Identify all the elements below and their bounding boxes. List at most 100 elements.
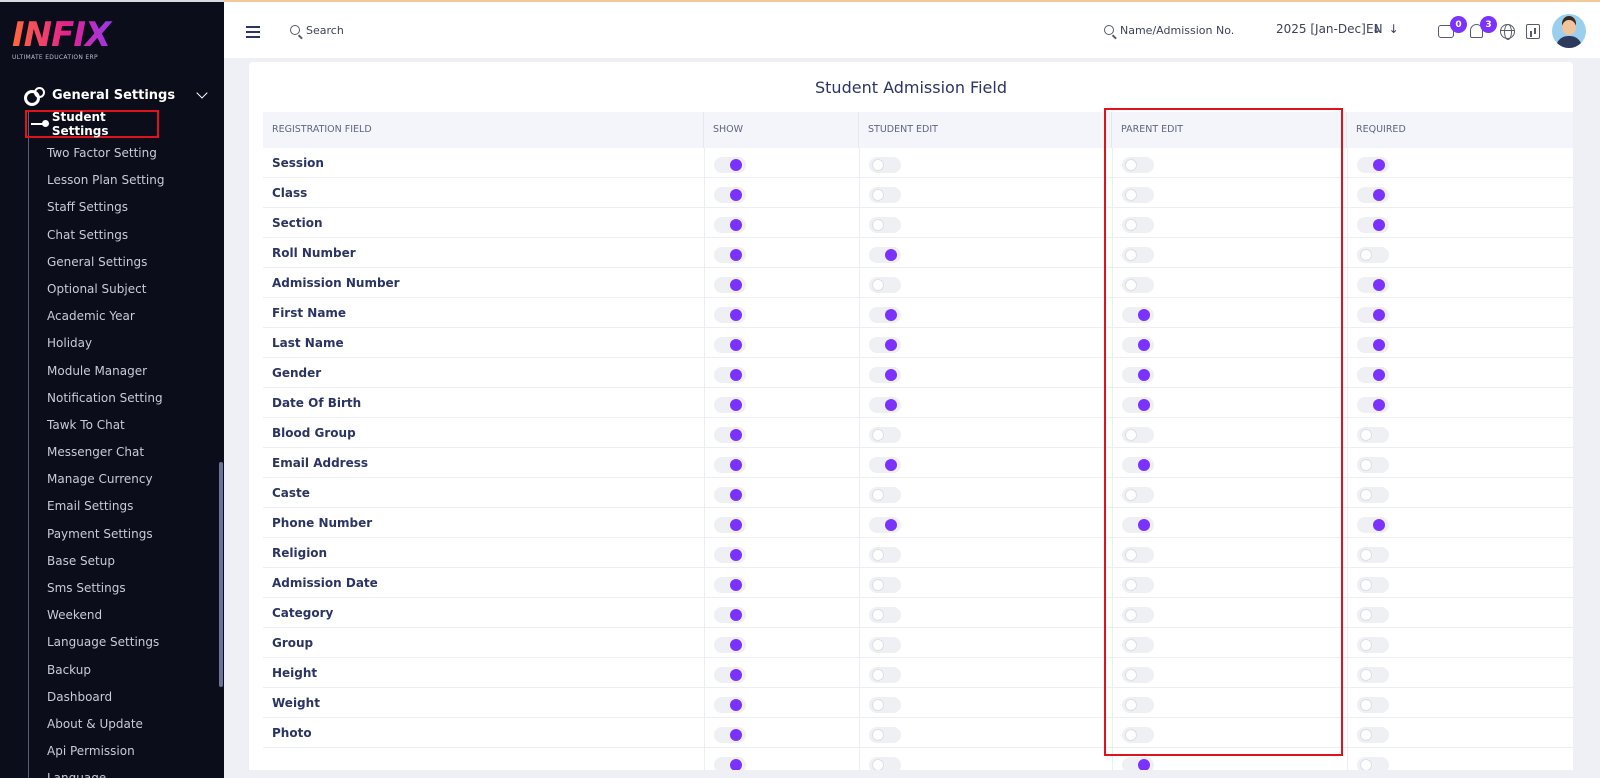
parent-edit-toggle[interactable] <box>1122 427 1154 443</box>
sidebar-item[interactable]: Notification Setting <box>47 385 164 412</box>
avatar[interactable] <box>1552 14 1586 48</box>
sidebar-item[interactable]: Backup <box>47 657 164 684</box>
student-edit-toggle[interactable] <box>869 547 901 563</box>
required-toggle[interactable] <box>1357 157 1389 173</box>
parent-edit-toggle[interactable] <box>1122 187 1154 203</box>
parent-edit-toggle[interactable] <box>1122 457 1154 473</box>
name-admission-search-input[interactable]: Name/Admission No. <box>1120 24 1234 37</box>
parent-edit-toggle[interactable] <box>1122 697 1154 713</box>
search-input[interactable]: Search <box>306 24 344 37</box>
show-toggle[interactable] <box>714 427 746 443</box>
sidebar-item[interactable]: Optional Subject <box>47 276 164 303</box>
sidebar-item[interactable]: Dashboard <box>47 684 164 711</box>
show-toggle[interactable] <box>714 187 746 203</box>
sidebar-item[interactable]: Email Settings <box>47 493 164 520</box>
menu-icon[interactable] <box>246 26 260 28</box>
student-edit-toggle[interactable] <box>869 457 901 473</box>
required-toggle[interactable] <box>1357 547 1389 563</box>
sidebar-item[interactable]: Staff Settings <box>47 194 164 221</box>
required-toggle[interactable] <box>1357 607 1389 623</box>
required-toggle[interactable] <box>1357 637 1389 653</box>
student-edit-toggle[interactable] <box>869 607 901 623</box>
sidebar-scrollbar[interactable] <box>219 462 223 687</box>
globe-icon[interactable] <box>1500 24 1515 40</box>
search-icon[interactable] <box>290 25 300 35</box>
student-edit-toggle[interactable] <box>869 667 901 683</box>
student-edit-toggle[interactable] <box>869 487 901 503</box>
parent-edit-toggle[interactable] <box>1122 307 1154 323</box>
required-toggle[interactable] <box>1357 277 1389 293</box>
sidebar-item[interactable]: Base Setup <box>47 548 164 575</box>
sidebar-item[interactable]: Academic Year <box>47 303 164 330</box>
sidebar-item[interactable]: Api Permission <box>47 738 164 765</box>
student-edit-toggle[interactable] <box>869 577 901 593</box>
required-toggle[interactable] <box>1357 337 1389 353</box>
logo[interactable]: INFIX ULTIMATE EDUCATION ERP <box>12 18 122 61</box>
required-toggle[interactable] <box>1357 517 1389 533</box>
parent-edit-toggle[interactable] <box>1122 577 1154 593</box>
sidebar-item-student-settings[interactable]: Student Settings <box>25 110 159 138</box>
show-toggle[interactable] <box>714 727 746 743</box>
show-toggle[interactable] <box>714 217 746 233</box>
sidebar-item[interactable]: Sms Settings <box>47 575 164 602</box>
show-toggle[interactable] <box>714 457 746 473</box>
student-edit-toggle[interactable] <box>869 157 901 173</box>
sidebar-item[interactable]: Lesson Plan Setting <box>47 167 164 194</box>
sidebar-item[interactable]: About & Update <box>47 711 164 738</box>
student-edit-toggle[interactable] <box>869 217 901 233</box>
show-toggle[interactable] <box>714 367 746 383</box>
parent-edit-toggle[interactable] <box>1122 397 1154 413</box>
required-toggle[interactable] <box>1357 697 1389 713</box>
student-edit-toggle[interactable] <box>869 637 901 653</box>
show-toggle[interactable] <box>714 517 746 533</box>
show-toggle[interactable] <box>714 157 746 173</box>
required-toggle[interactable] <box>1357 667 1389 683</box>
student-edit-toggle[interactable] <box>869 367 901 383</box>
sidebar-section-general-settings[interactable]: General Settings <box>24 84 210 106</box>
required-toggle[interactable] <box>1357 427 1389 443</box>
student-edit-toggle[interactable] <box>869 427 901 443</box>
student-edit-toggle[interactable] <box>869 307 901 323</box>
chart-icon[interactable] <box>1526 24 1540 39</box>
student-edit-toggle[interactable] <box>869 187 901 203</box>
sidebar-item[interactable]: Two Factor Setting <box>47 140 164 167</box>
parent-edit-toggle[interactable] <box>1122 727 1154 743</box>
sidebar-item[interactable]: Weekend <box>47 602 164 629</box>
show-toggle[interactable] <box>714 637 746 653</box>
required-toggle[interactable] <box>1357 727 1389 743</box>
show-toggle[interactable] <box>714 277 746 293</box>
sidebar-item[interactable]: Language Settings <box>47 629 164 656</box>
required-toggle[interactable] <box>1357 187 1389 203</box>
show-toggle[interactable] <box>714 337 746 353</box>
parent-edit-toggle[interactable] <box>1122 247 1154 263</box>
student-edit-toggle[interactable] <box>869 247 901 263</box>
parent-edit-toggle[interactable] <box>1122 487 1154 503</box>
show-toggle[interactable] <box>714 397 746 413</box>
required-toggle[interactable] <box>1357 577 1389 593</box>
parent-edit-toggle[interactable] <box>1122 217 1154 233</box>
required-toggle[interactable] <box>1357 487 1389 503</box>
parent-edit-toggle[interactable] <box>1122 517 1154 533</box>
student-edit-toggle[interactable] <box>869 337 901 353</box>
required-toggle[interactable] <box>1357 217 1389 233</box>
show-toggle[interactable] <box>714 607 746 623</box>
parent-edit-toggle[interactable] <box>1122 367 1154 383</box>
student-edit-toggle[interactable] <box>869 517 901 533</box>
parent-edit-toggle[interactable] <box>1122 607 1154 623</box>
show-toggle[interactable] <box>714 247 746 263</box>
student-edit-toggle[interactable] <box>869 397 901 413</box>
sidebar-item[interactable]: General Settings <box>47 249 164 276</box>
show-toggle[interactable] <box>714 487 746 503</box>
sidebar-item[interactable]: Chat Settings <box>47 222 164 249</box>
parent-edit-toggle[interactable] <box>1122 277 1154 293</box>
sidebar-item[interactable]: Holiday <box>47 330 164 357</box>
parent-edit-toggle[interactable] <box>1122 667 1154 683</box>
required-toggle[interactable] <box>1357 247 1389 263</box>
parent-edit-toggle[interactable] <box>1122 337 1154 353</box>
student-edit-toggle[interactable] <box>869 277 901 293</box>
search-icon[interactable] <box>1104 25 1114 35</box>
language-select[interactable]: EN ↓ <box>1366 22 1399 36</box>
sidebar-item[interactable]: Tawk To Chat <box>47 412 164 439</box>
student-edit-toggle[interactable] <box>869 697 901 713</box>
show-toggle[interactable] <box>714 667 746 683</box>
